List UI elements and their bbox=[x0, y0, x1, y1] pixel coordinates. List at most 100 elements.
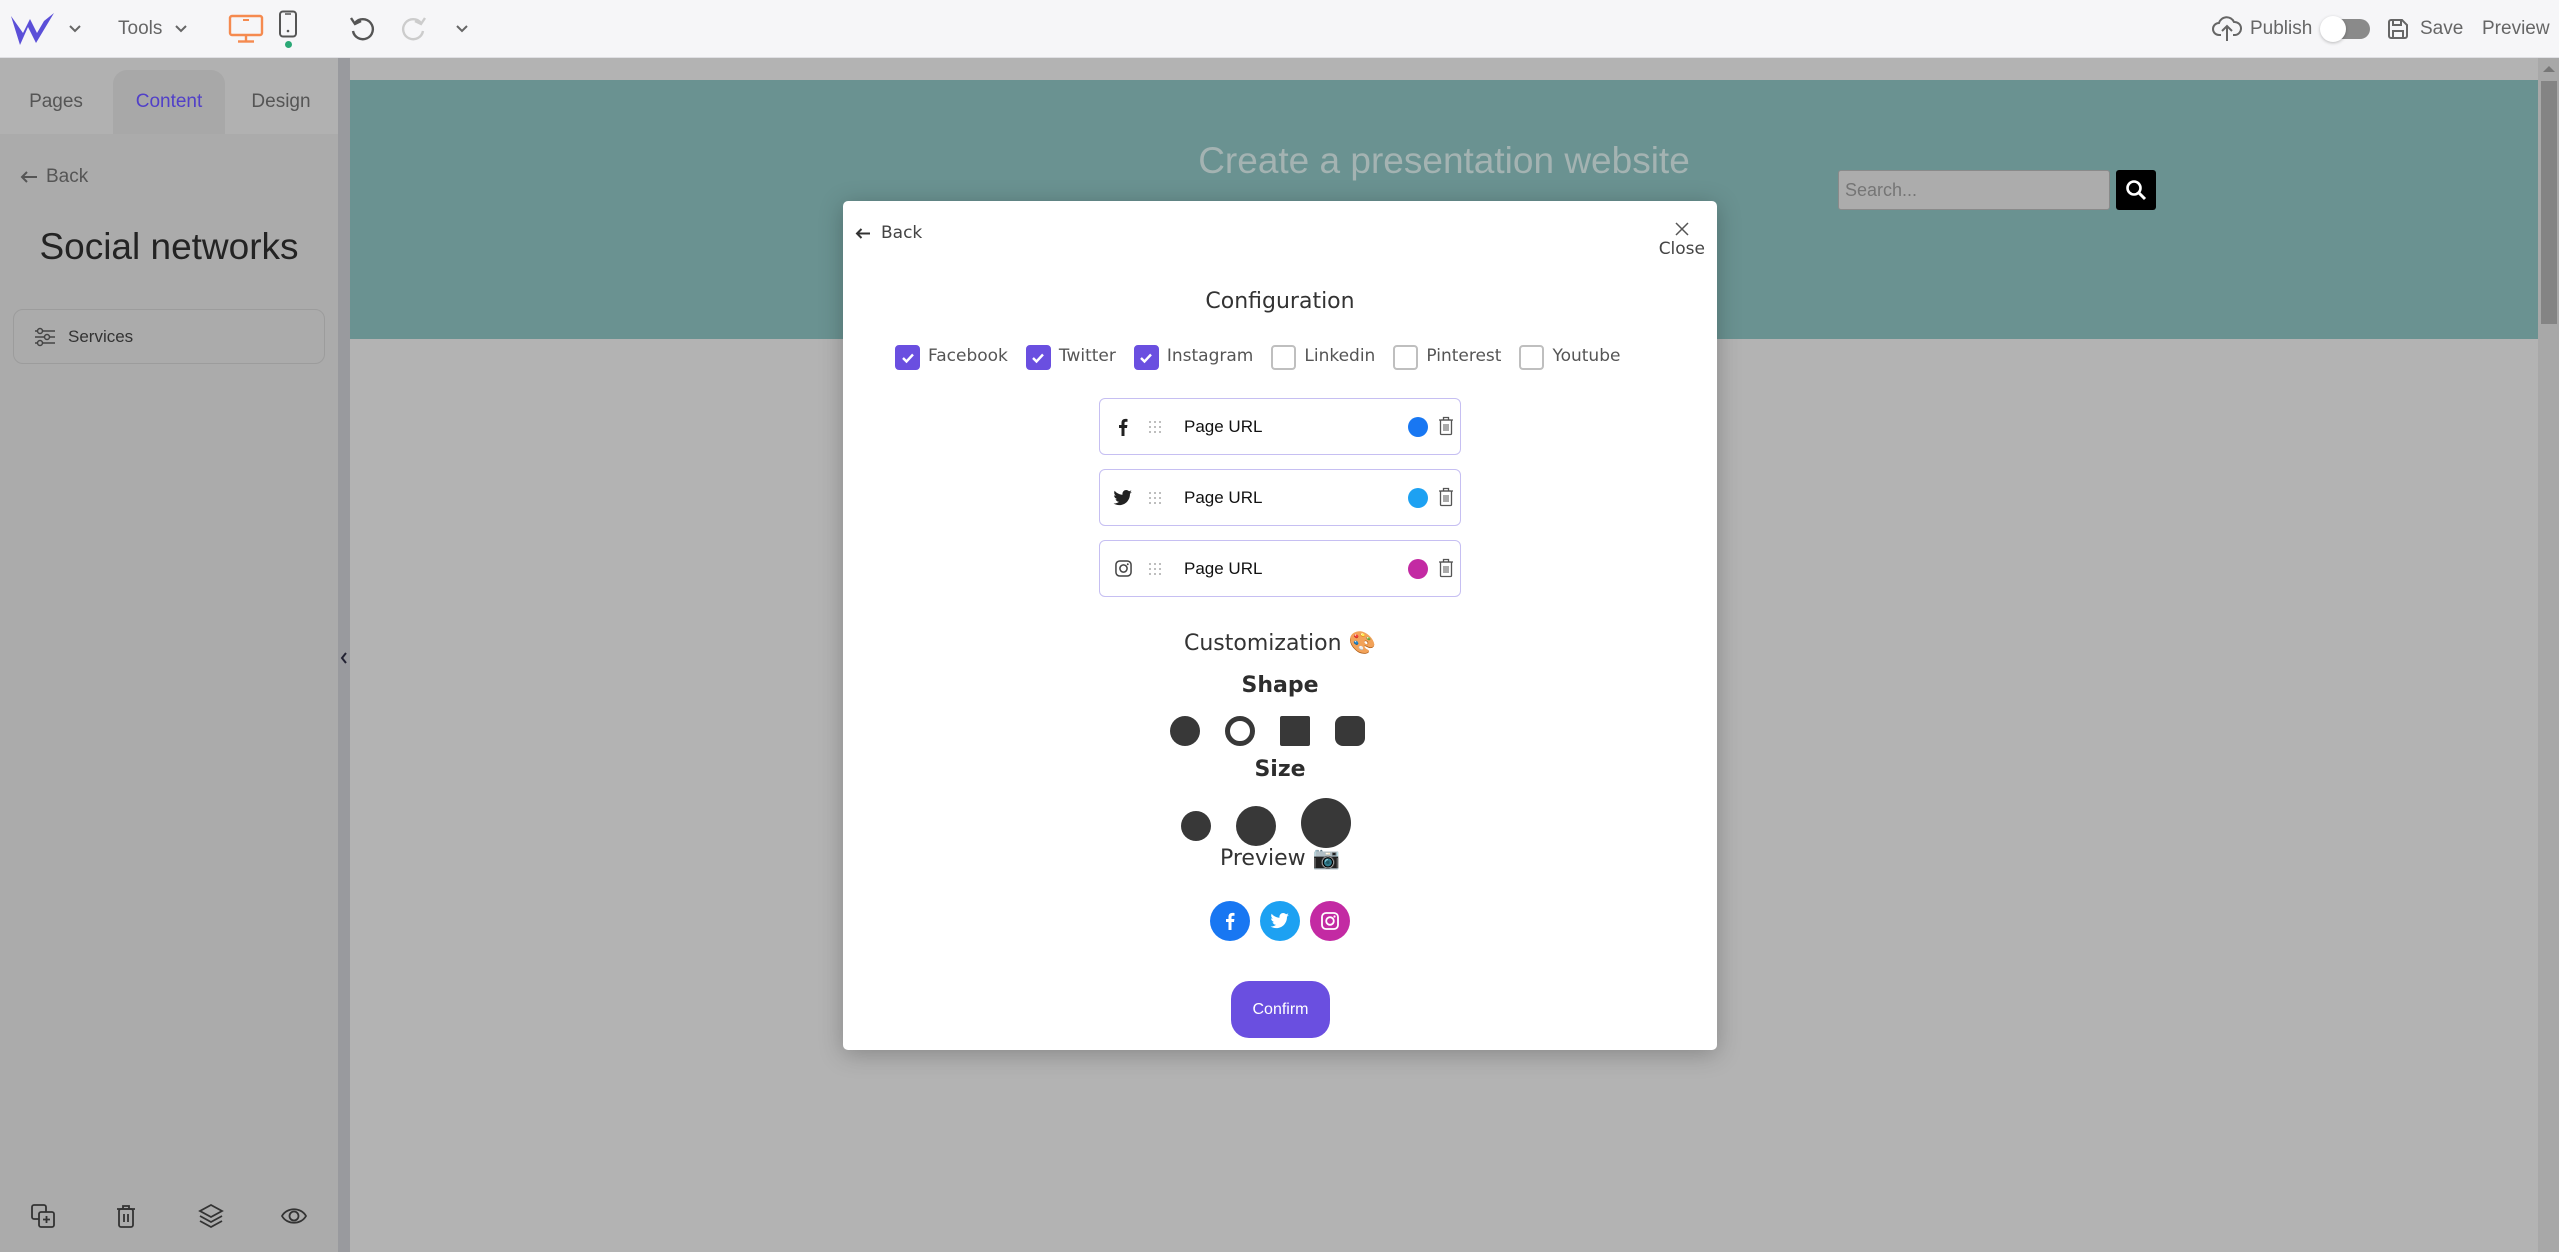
checkbox-box[interactable] bbox=[1393, 345, 1419, 370]
shape-ring-option[interactable] bbox=[1225, 716, 1255, 746]
canvas-scrollbar[interactable] bbox=[2538, 58, 2559, 1252]
save-icon bbox=[2388, 19, 2408, 39]
size-small-option[interactable] bbox=[1181, 811, 1211, 841]
search-button[interactable] bbox=[2116, 170, 2156, 210]
close-icon bbox=[1675, 222, 1689, 236]
checkbox-linkedin[interactable]: Linkedin bbox=[1271, 341, 1375, 370]
eye-icon[interactable] bbox=[280, 1203, 308, 1229]
shape-circle-option[interactable] bbox=[1170, 716, 1200, 746]
page-url-field[interactable]: Page URL bbox=[1184, 559, 1262, 579]
trash-icon[interactable] bbox=[115, 1203, 137, 1229]
sidebar-back-button[interactable]: Back bbox=[20, 166, 88, 188]
sidebar-tabs: Pages Content Design bbox=[0, 58, 338, 134]
modal-back-label: Back bbox=[881, 223, 923, 243]
trash-icon[interactable] bbox=[1438, 558, 1454, 578]
checkbox-label: Twitter bbox=[1058, 345, 1116, 366]
drag-handle-icon[interactable] bbox=[1148, 491, 1162, 505]
palette-icon: 🎨 bbox=[1348, 631, 1376, 656]
customization-title: Customization 🎨 bbox=[843, 631, 1717, 656]
scroll-up-arrow[interactable] bbox=[2543, 66, 2555, 72]
shape-square-option[interactable] bbox=[1280, 716, 1310, 746]
sidebar-bottom-toolbar bbox=[0, 1203, 338, 1243]
page-url-field[interactable]: Page URL bbox=[1184, 417, 1262, 437]
instagram-icon bbox=[1114, 560, 1132, 577]
check-icon bbox=[1032, 353, 1045, 363]
arrow-left-icon bbox=[20, 171, 37, 183]
instagram-icon bbox=[1321, 912, 1339, 930]
network-url-list: Page URL Page URL Page URL bbox=[1099, 398, 1461, 611]
back-label: Back bbox=[46, 166, 89, 187]
network-row-twitter: Page URL bbox=[1099, 469, 1461, 526]
tab-pages[interactable]: Pages bbox=[0, 70, 112, 134]
confirm-button[interactable]: Confirm bbox=[1231, 981, 1330, 1038]
search-input[interactable] bbox=[1838, 170, 2110, 210]
shape-options bbox=[1170, 716, 1390, 748]
network-row-instagram: Page URL bbox=[1099, 540, 1461, 597]
publish-toggle[interactable] bbox=[2320, 16, 2371, 42]
sidebar-collapse-button[interactable] bbox=[338, 648, 350, 668]
checkbox-box[interactable] bbox=[1025, 345, 1051, 370]
logo-w-icon bbox=[11, 13, 54, 45]
undo-icon bbox=[350, 17, 374, 41]
checkbox-pinterest[interactable]: Pinterest bbox=[1393, 341, 1501, 370]
tools-menu[interactable]: Tools bbox=[118, 0, 188, 58]
publish-control[interactable]: Publish bbox=[2212, 0, 2371, 58]
cloud-upload-icon bbox=[2212, 16, 2242, 41]
search-icon bbox=[2126, 180, 2147, 201]
history-menu-chevron[interactable] bbox=[455, 0, 469, 58]
banner-title: Create a presentation website bbox=[1198, 140, 1690, 181]
redo-icon bbox=[402, 17, 426, 41]
drag-handle-icon[interactable] bbox=[1148, 420, 1162, 434]
size-medium-option[interactable] bbox=[1236, 806, 1276, 846]
logo[interactable] bbox=[10, 0, 56, 58]
checkbox-youtube[interactable]: Youtube bbox=[1519, 341, 1620, 370]
checkbox-instagram[interactable]: Instagram bbox=[1133, 341, 1253, 370]
sidebar-title: Social networks bbox=[39, 226, 299, 267]
page-url-field[interactable]: Page URL bbox=[1184, 488, 1262, 508]
checkbox-box[interactable] bbox=[1271, 345, 1297, 370]
tab-content[interactable]: Content bbox=[113, 70, 225, 134]
modal-back-button[interactable]: Back bbox=[855, 223, 922, 243]
size-large-option[interactable] bbox=[1301, 798, 1351, 848]
checkbox-twitter[interactable]: Twitter bbox=[1025, 341, 1116, 370]
size-title: Size bbox=[1254, 757, 1306, 782]
chevron-down-icon bbox=[456, 25, 468, 33]
shape-rounded-square-option[interactable] bbox=[1335, 716, 1365, 746]
checkbox-box[interactable] bbox=[1133, 345, 1159, 370]
mobile-view-button[interactable] bbox=[278, 0, 298, 58]
twitter-icon bbox=[1270, 913, 1289, 929]
preview-twitter-button bbox=[1260, 901, 1300, 941]
layers-icon[interactable] bbox=[198, 1203, 224, 1229]
camera-icon: 📷 bbox=[1312, 846, 1341, 871]
redo-button[interactable] bbox=[398, 0, 428, 58]
tab-design[interactable]: Design bbox=[225, 70, 337, 134]
color-picker-swatch[interactable] bbox=[1408, 487, 1428, 508]
tools-label: Tools bbox=[118, 18, 163, 39]
services-label: Services bbox=[68, 326, 134, 346]
preview-instagram-button bbox=[1310, 901, 1350, 941]
preview-title: Preview 📷 bbox=[843, 846, 1717, 871]
modal-close-button[interactable]: Close bbox=[1659, 221, 1705, 258]
preview-button[interactable]: Preview bbox=[2482, 0, 2550, 58]
checkbox-label: Pinterest bbox=[1426, 345, 1502, 366]
sidebar-item-services[interactable]: Services bbox=[13, 309, 325, 364]
color-picker-swatch[interactable] bbox=[1408, 416, 1428, 437]
logo-menu-chevron[interactable] bbox=[68, 0, 82, 58]
shape-title: Shape bbox=[1241, 673, 1319, 698]
trash-icon[interactable] bbox=[1438, 416, 1454, 436]
undo-button[interactable] bbox=[348, 0, 378, 58]
top-toolbar: Tools Publish Save Preview bbox=[0, 0, 2559, 58]
trash-icon[interactable] bbox=[1438, 487, 1454, 507]
duplicate-icon[interactable] bbox=[30, 1203, 56, 1229]
color-picker-swatch[interactable] bbox=[1408, 558, 1428, 579]
publish-label: Publish bbox=[2250, 18, 2313, 39]
desktop-view-button[interactable] bbox=[228, 0, 264, 58]
chevron-down-icon bbox=[69, 25, 81, 33]
save-button[interactable]: Save bbox=[2386, 0, 2463, 58]
drag-handle-icon[interactable] bbox=[1148, 562, 1162, 576]
checkbox-facebook[interactable]: Facebook bbox=[895, 341, 1008, 370]
scroll-thumb[interactable] bbox=[2541, 81, 2557, 324]
checkbox-box[interactable] bbox=[1519, 345, 1545, 370]
preview-facebook-button bbox=[1210, 901, 1250, 941]
checkbox-box[interactable] bbox=[895, 345, 920, 370]
